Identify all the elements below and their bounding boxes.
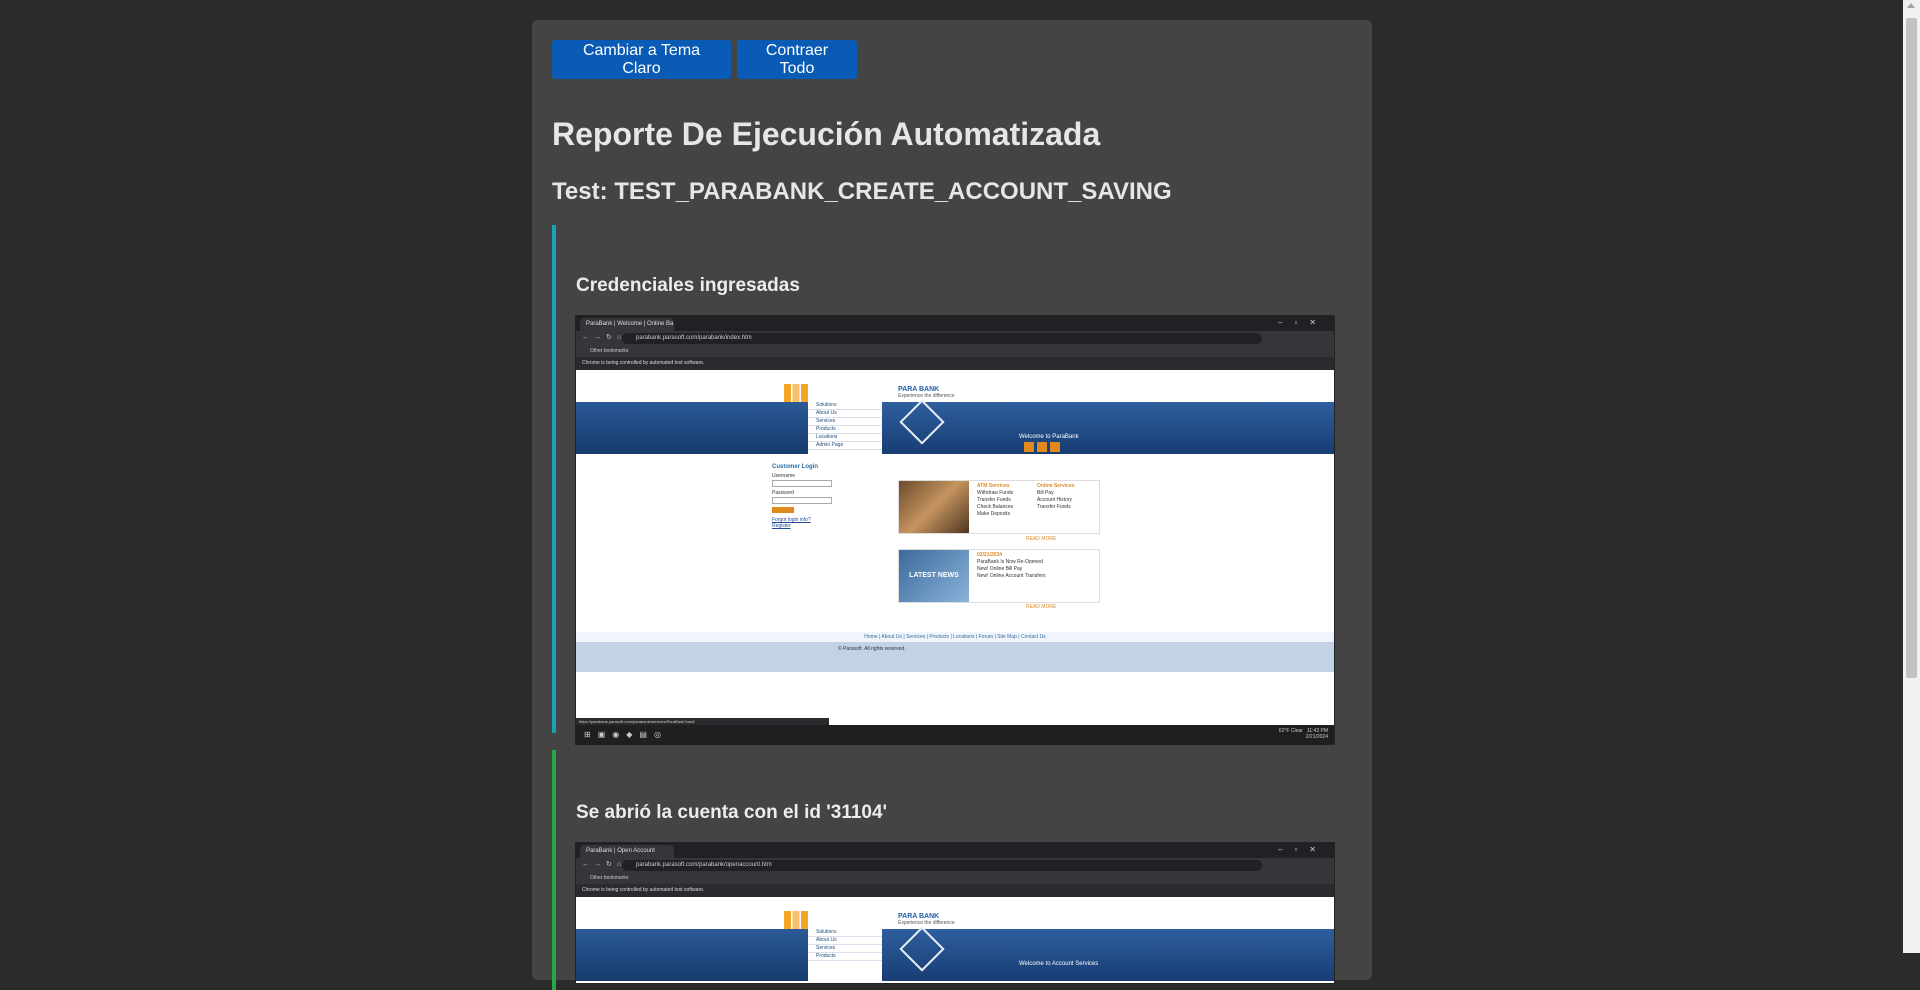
news-date: 02/21/2024 [977,552,1003,558]
nav-item: Services [808,945,882,953]
online-item: Account History [1037,497,1073,503]
browser-url: parabank.parasoft.com/parabank/index.htm [622,333,1262,344]
step-heading[interactable]: Se abrió la cuenta con el id '31104' [576,802,887,824]
nav-item: About Us [808,937,882,945]
copyright: © Parasoft. All rights reserved. [838,646,906,652]
contact-icon [1050,442,1060,452]
nav-item: Solutions [808,929,882,937]
nav-item: Solutions [808,402,882,410]
nav-item: Products [808,953,882,961]
header-band-left [576,402,808,454]
parabank-nav: Solutions About Us Services Products Loc… [808,402,882,450]
username-label: Username [772,473,796,479]
browser-tab: ParaBank | Welcome | Online Ba [580,318,674,331]
nav-item: Locations [808,434,882,442]
collapse-all-button[interactable]: Contraer Todo [737,40,857,79]
nav-item: About Us [808,410,882,418]
news-item: New! Online Account Transfers [977,573,1046,579]
news-box: LATEST NEWS 02/21/2024 ParaBank Is Now R… [898,549,1100,603]
online-services-text: Online Services Bill Pay Account History… [1037,483,1075,511]
parabank-nav: Solutions About Us Services Products [808,929,882,977]
parabank-logo-text: PARA BANK [898,913,940,920]
parabank-logo-subtitle: Experience the difference [898,920,955,926]
username-field [772,480,832,487]
toggle-theme-button[interactable]: Cambiar a Tema Claro [552,40,731,79]
atm-image [899,481,969,533]
parabank-logo: PARA BANK Experience the difference [898,913,955,926]
step-account-opened[interactable]: Se abrió la cuenta con el id '31104' Par… [552,750,1376,990]
step-screenshot: ParaBank | Open Account ‒▫✕ ←→↻⌂ paraban… [575,842,1335,984]
browser-urlbar: ←→↻⌂ parabank.parasoft.com/parabank/open… [576,858,1334,873]
password-field [772,497,832,504]
banner-icons [1024,442,1063,454]
parabank-logo-subtitle: Experience the difference [898,393,955,399]
browser-nav-icon: ←→↻⌂ [582,861,627,868]
news-item: ParaBank Is Now Re-Opened [977,559,1043,565]
register-link: Register [772,523,791,529]
header-band-left [576,929,808,981]
atm-item: Transfer Funds [977,497,1011,503]
atm-item: Withdraw Funds [977,490,1014,496]
atm-item: Make Deposits [977,511,1011,517]
banner-text: Welcome to ParaBank [1019,434,1079,440]
password-label: Password [772,490,794,496]
windows-taskbar: ⊞▣◉◆▤◎ 62°F Clear 11:43 PM 2/21/2024 [576,725,1334,744]
parabank-logo: PARA BANK Experience the difference [898,386,955,399]
report-container: Cambiar a Tema Claro Contraer Todo Repor… [532,20,1372,990]
footer-band: © Parasoft. All rights reserved. [576,642,1334,672]
nav-item: Products [808,426,882,434]
step-credentials[interactable]: Credenciales ingresadas ParaBank | Welco… [552,225,1376,745]
automation-infobar: Chrome is being controlled by automated … [576,357,1334,370]
latest-news-image: LATEST NEWS [899,550,969,602]
online-item: Transfer Funds [1037,504,1071,510]
nav-item: Services [808,418,882,426]
online-item: Bill Pay [1037,490,1054,496]
header-band-right: Welcome to ParaBank [882,402,1334,454]
taskbar-apps-icon: ⊞▣◉◆▤◎ [584,730,668,739]
services-text: ATM Services Withdraw Funds Transfer Fun… [977,483,1013,518]
scroll-up-arrow-icon[interactable] [1907,3,1915,8]
read-more-link: READ MORE [1026,604,1057,610]
step-screenshot: ParaBank | Welcome | Online Ba ‒▫✕ ←→↻⌂ … [575,315,1335,745]
tray-weather: 62°F Clear [1278,728,1303,734]
read-more-link: READ MORE [1026,536,1057,542]
browser-tab: ParaBank | Open Account [580,845,674,858]
test-name: Test: TEST_PARABANK_CREATE_ACCOUNT_SAVIN… [552,178,1172,205]
customer-login: Customer Login Username Password Forgot … [772,464,832,529]
parabank-logo-text: PARA BANK [898,386,940,393]
banner-text: Welcome to Account Services [1019,961,1099,967]
system-tray: 62°F Clear 11:43 PM 2/21/2024 [1279,728,1328,740]
parabank-logo-blocks-icon [784,911,808,929]
page-scrollbar[interactable] [1903,0,1920,953]
step-heading[interactable]: Credenciales ingresadas [576,275,800,297]
browser-titlebar: ParaBank | Open Account ‒▫✕ [576,843,1334,858]
about-icon [1037,442,1047,452]
bookmarks-bar: Other bookmarks [576,873,1334,884]
browser-url: parabank.parasoft.com/parabank/openaccou… [622,860,1262,871]
header-band-right: Welcome to Account Services [882,929,1334,981]
browser-status-url: https://parabank.parasoft.com/parabank/s… [576,718,829,725]
browser-nav-icon: ←→↻⌂ [582,334,627,341]
login-heading: Customer Login [772,464,818,470]
window-controls-icon: ‒▫✕ [1278,845,1328,854]
automation-infobar: Chrome is being controlled by automated … [576,884,1334,897]
browser-urlbar: ←→↻⌂ parabank.parasoft.com/parabank/inde… [576,331,1334,346]
nav-item: Admin Page [808,442,882,450]
tray-date: 2/21/2024 [1305,734,1328,740]
online-title: Online Services [1037,483,1075,489]
login-button [772,507,794,513]
atm-item: Check Balances [977,504,1014,510]
window-controls-icon: ‒▫✕ [1278,318,1328,327]
scrollbar-thumb[interactable] [1906,18,1917,678]
parabank-logo-blocks-icon [784,384,808,402]
footer-links: Home | About Us | Services | Products | … [576,632,1334,642]
news-text: 02/21/2024 ParaBank Is Now Re-Opened New… [977,552,1046,580]
bookmarks-bar: Other bookmarks [576,346,1334,357]
report-title: Reporte De Ejecución Automatizada [552,116,1101,152]
home-icon [1024,442,1034,452]
services-box: ATM Services Withdraw Funds Transfer Fun… [898,480,1100,534]
browser-titlebar: ParaBank | Welcome | Online Ba ‒▫✕ [576,316,1334,331]
atm-title: ATM Services [977,483,1010,489]
news-item: New! Online Bill Pay [977,566,1023,572]
